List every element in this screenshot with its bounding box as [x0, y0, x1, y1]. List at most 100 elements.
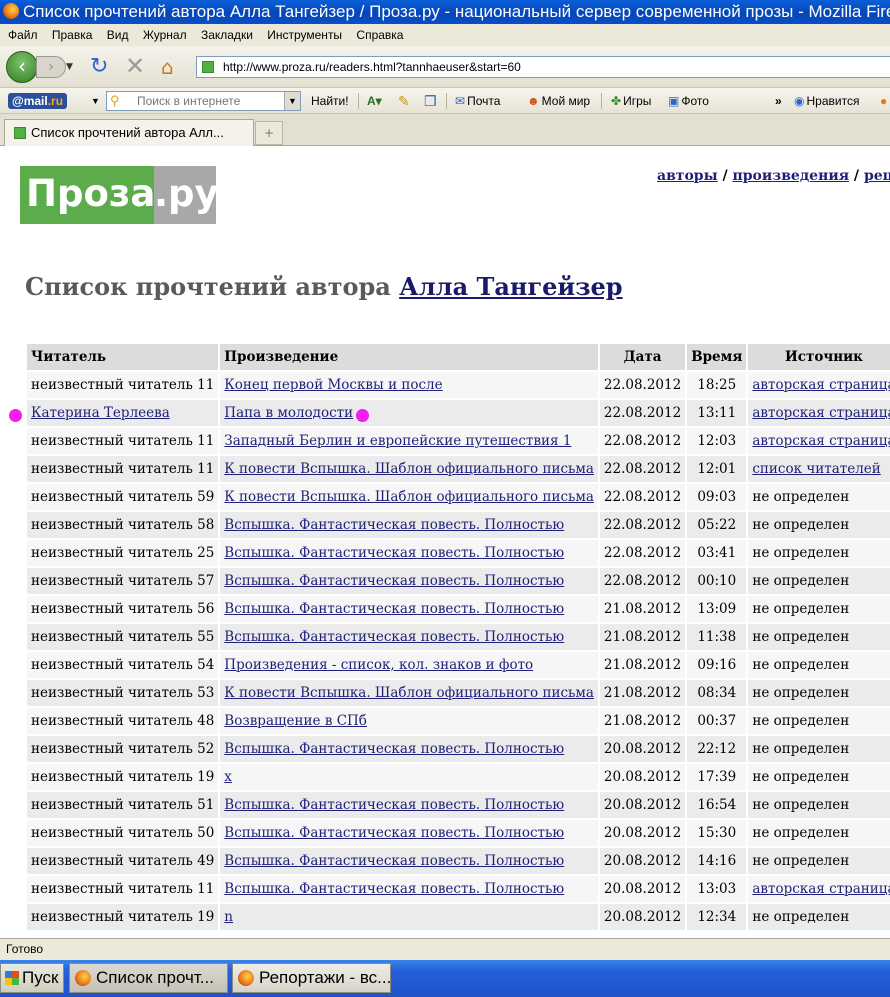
mailru-toolbar: @mail.ru ▼ ⚲ ▼ Найти! A▾ ✎ ❐ ✉Почта ☻Мой…	[0, 88, 890, 114]
work-cell-link[interactable]: x	[224, 769, 232, 785]
reader-cell-text: неизвестный читатель 51	[31, 797, 215, 813]
work-cell-link[interactable]: Конец первой Москвы и после	[224, 377, 442, 393]
work-cell-link[interactable]: n	[224, 909, 233, 925]
source-cell-link[interactable]: авторская страница	[752, 405, 890, 421]
mailru-menu-dropdown[interactable]: ▼	[91, 88, 100, 114]
work-cell-link[interactable]: К повести Вспышка. Шаблон официального п…	[224, 461, 594, 477]
work-cell-link[interactable]: Вспышка. Фантастическая повесть. Полност…	[224, 545, 564, 561]
authors-link[interactable]: авторы	[657, 168, 718, 184]
source-cell-link[interactable]: авторская страница	[752, 881, 890, 897]
reader-cell-text: неизвестный читатель 54	[31, 657, 215, 673]
tab-readers-list[interactable]: Список прочтений автора Алл...	[4, 119, 254, 146]
work-cell-link[interactable]: Западный Берлин и европейские путешестви…	[224, 433, 571, 449]
reader-cell: Катерина Терлеева	[27, 400, 219, 426]
menu-file[interactable]: Файл	[8, 28, 38, 42]
address-bar[interactable]	[196, 56, 890, 78]
extension-icon[interactable]: ●	[880, 88, 887, 114]
font-size-icon[interactable]: A▾	[367, 88, 382, 114]
proza-logo[interactable]: Проза .ру	[20, 166, 219, 224]
time-cell-text: 11:38	[697, 629, 737, 645]
reader-cell-link[interactable]: Катерина Терлеева	[31, 405, 170, 421]
work-cell-link[interactable]: К повести Вспышка. Шаблон официального п…	[224, 685, 594, 701]
work-cell-link[interactable]: Вспышка. Фантастическая повесть. Полност…	[224, 853, 564, 869]
works-link[interactable]: произведения	[733, 168, 850, 184]
work-cell-link[interactable]: Вспышка. Фантастическая повесть. Полност…	[224, 601, 564, 617]
menu-bookmarks[interactable]: Закладки	[201, 28, 253, 42]
page-content: Проза .ру авторы / произведения / реценз…	[0, 146, 890, 938]
menu-view[interactable]: Вид	[107, 28, 129, 42]
forward-arrow-icon: ›	[48, 59, 54, 75]
firefox-icon	[3, 3, 19, 19]
table-row: неизвестный читатель 57 Вспышка. Фантасти…	[27, 568, 890, 594]
reviews-link[interactable]: рецензии	[864, 168, 890, 184]
work-cell-link[interactable]: Возвращение в СПб	[224, 713, 367, 729]
reader-cell: неизвестный читатель 59	[27, 484, 219, 510]
forward-button[interactable]: ›	[36, 56, 66, 78]
date-cell: 22.08.2012	[599, 428, 686, 454]
stop-button[interactable]: ✕	[125, 52, 145, 80]
photo-button[interactable]: ▣ Фото	[668, 88, 709, 114]
highlight-marker-dot	[9, 409, 22, 422]
url-input[interactable]	[223, 58, 883, 76]
reload-button[interactable]: ↻	[90, 54, 108, 79]
work-cell-link[interactable]: Вспышка. Фантастическая повесть. Полност…	[224, 881, 564, 897]
reader-cell-text: неизвестный читатель 58	[31, 517, 215, 533]
tab-bar: Список прочтений автора Алл... +	[0, 114, 890, 146]
reader-cell-text: неизвестный читатель 53	[31, 685, 215, 701]
work-cell-link[interactable]: Папа в молодости	[224, 405, 353, 421]
time-cell: 03:41	[687, 540, 747, 566]
taskbar-item-reports[interactable]: Репортажи - вс...	[232, 963, 391, 993]
home-button[interactable]: ⌂	[161, 55, 174, 79]
start-button[interactable]: Пуск	[0, 963, 64, 993]
page-copy-icon[interactable]: ❐	[424, 88, 437, 114]
my-world-button[interactable]: ☻ Мой мир	[527, 88, 590, 114]
more-buttons-chevron[interactable]: »	[775, 88, 782, 114]
source-cell-link[interactable]: список читателей	[752, 461, 880, 477]
source-cell-link[interactable]: авторская страница	[752, 433, 890, 449]
new-tab-button[interactable]: +	[255, 121, 283, 145]
highlight-pen-icon[interactable]: ✎	[398, 88, 410, 114]
work-cell-link[interactable]: Вспышка. Фантастическая повесть. Полност…	[224, 797, 564, 813]
games-button[interactable]: ✤ Игры	[611, 88, 651, 114]
date-cell-text: 20.08.2012	[603, 741, 682, 757]
work-cell-link[interactable]: Вспышка. Фантастическая повесть. Полност…	[224, 825, 564, 841]
reload-icon: ↻	[90, 54, 109, 79]
search-input[interactable]	[137, 93, 287, 109]
source-cell-link[interactable]: авторская страница	[752, 377, 890, 393]
source-cell: не определен	[748, 624, 890, 650]
date-cell: 21.08.2012	[599, 708, 686, 734]
work-cell-link[interactable]: Вспышка. Фантастическая повесть. Полност…	[224, 741, 564, 757]
close-icon: ✕	[125, 52, 146, 80]
menu-tools[interactable]: Инструменты	[267, 28, 342, 42]
time-cell: 09:03	[687, 484, 747, 510]
work-cell: Вспышка. Фантастическая повесть. Полност…	[220, 568, 598, 594]
source-cell: авторская страница	[748, 400, 890, 426]
work-cell-link[interactable]: Произведения - список, кол. знаков и фот…	[224, 657, 533, 673]
internet-search-box[interactable]: ⚲ ▼	[106, 91, 301, 111]
menu-history[interactable]: Журнал	[143, 28, 187, 42]
table-row: неизвестный читатель 11 Конец первой Моск…	[27, 372, 890, 398]
author-link[interactable]: Алла Тангейзер	[399, 272, 622, 301]
back-button[interactable]: ‹	[6, 51, 38, 83]
work-cell-link[interactable]: Вспышка. Фантастическая повесть. Полност…	[224, 517, 564, 533]
table-body: неизвестный читатель 11 Конец первой Моск…	[27, 372, 890, 930]
find-button[interactable]: Найти!	[311, 88, 349, 114]
camera-icon: ▣	[668, 94, 680, 108]
like-button[interactable]: ◉ Нравится	[794, 88, 859, 114]
work-cell-link[interactable]: К повести Вспышка. Шаблон официального п…	[224, 489, 594, 505]
taskbar-item-readers-list[interactable]: Список прочт...	[69, 963, 228, 993]
menu-help[interactable]: Справка	[356, 28, 403, 42]
date-cell: 22.08.2012	[599, 456, 686, 482]
work-cell-link[interactable]: Вспышка. Фантастическая повесть. Полност…	[224, 629, 564, 645]
menu-edit[interactable]: Правка	[52, 28, 93, 42]
table-row: неизвестный читатель 53 К повести Вспышка…	[27, 680, 890, 706]
mailru-logo[interactable]: @mail.ru	[8, 93, 68, 109]
work-cell-link[interactable]: Вспышка. Фантастическая повесть. Полност…	[224, 573, 564, 589]
window-title: Список прочтений автора Алла Тангейзер /…	[23, 2, 890, 21]
time-cell: 12:01	[687, 456, 747, 482]
date-cell-text: 22.08.2012	[603, 377, 682, 393]
history-dropdown-button[interactable]: ▼	[66, 62, 73, 72]
mail-button[interactable]: ✉ Почта	[455, 88, 500, 114]
window-title-bar: Список прочтений автора Алла Тангейзер /…	[0, 0, 890, 24]
search-dropdown-button[interactable]: ▼	[284, 92, 300, 110]
